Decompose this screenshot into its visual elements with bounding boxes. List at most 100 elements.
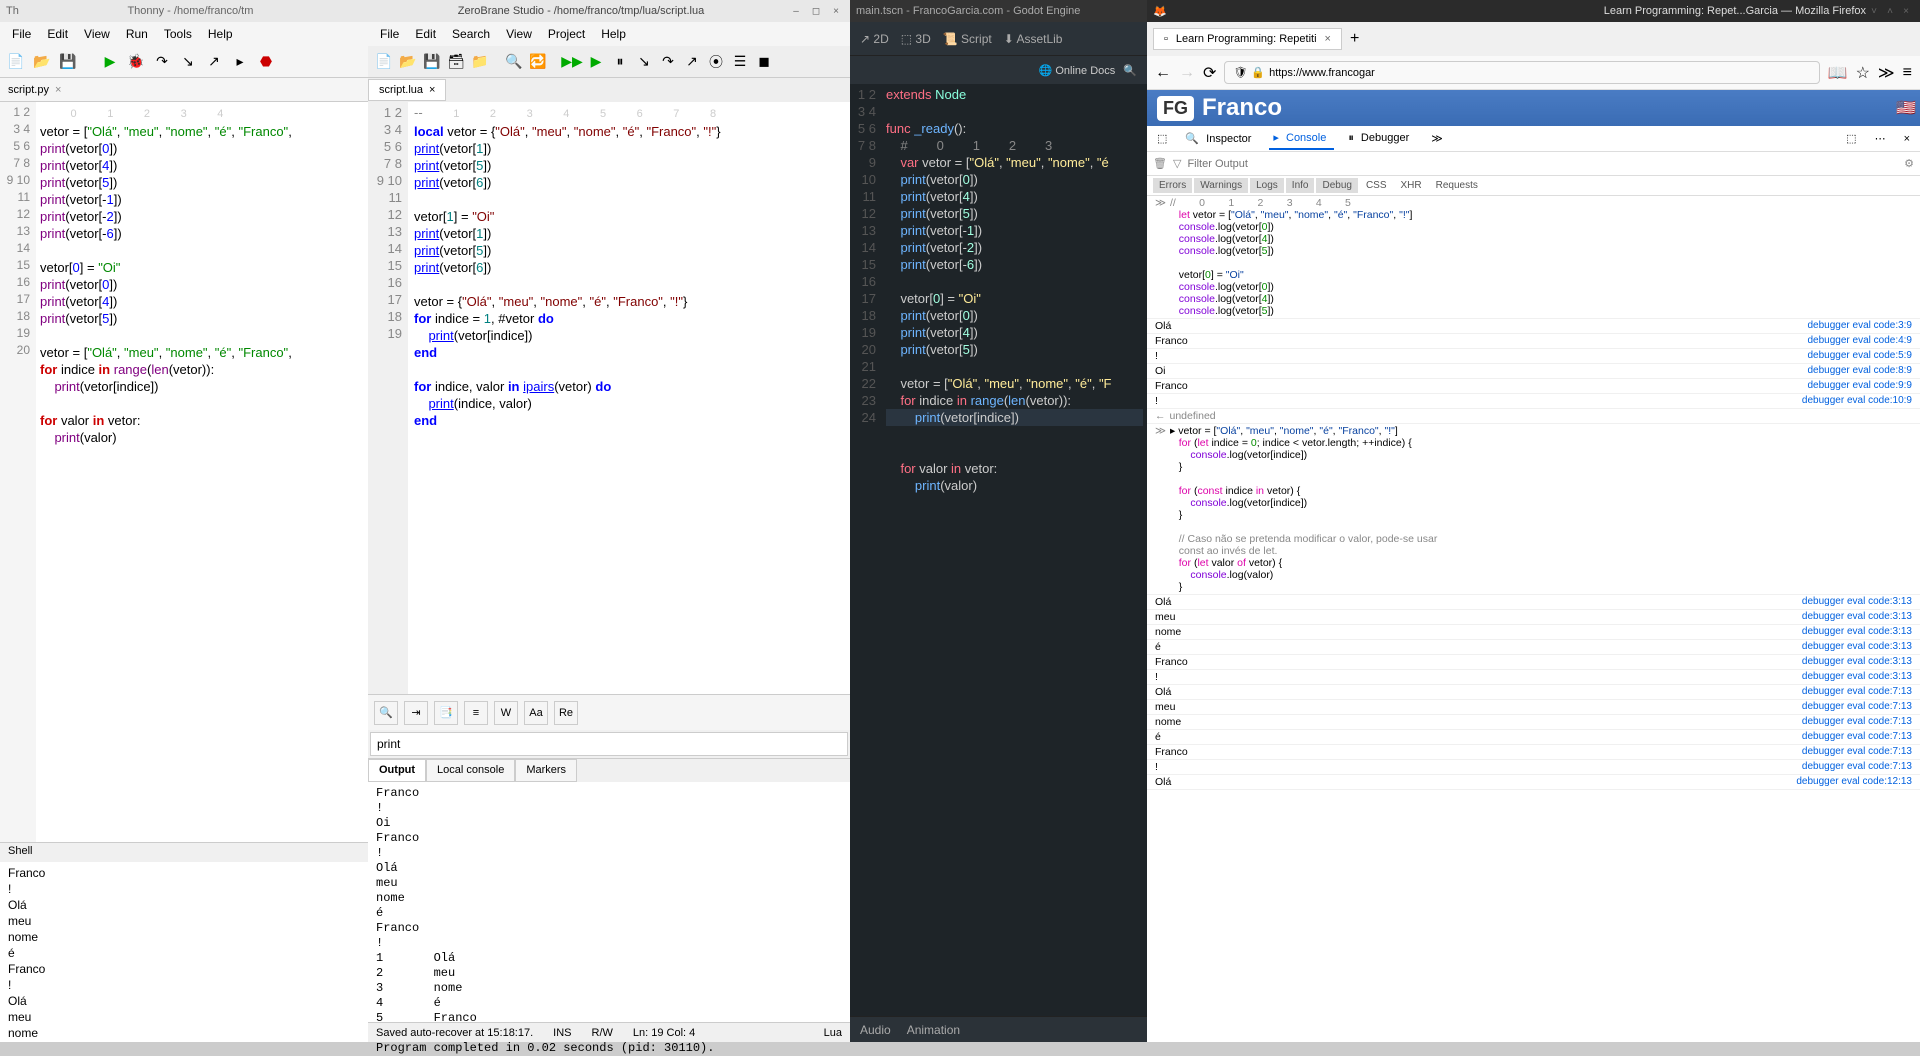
trash-icon[interactable]: 🗑 [1153, 157, 1167, 170]
zb-editor[interactable]: 1 2 3 4 5 6 7 8 9 10 11 12 13 14 15 16 1… [368, 102, 850, 694]
find-icon[interactable]: 🔍 [374, 701, 398, 725]
menu-view[interactable]: View [78, 25, 116, 43]
regex-button[interactable]: Re [554, 701, 578, 725]
menu-icon[interactable]: ≡ [1903, 64, 1912, 82]
minimize-icon[interactable]: ˅ [1866, 3, 1882, 19]
shell-output[interactable]: Franco ! Olá meu nome é Franco ! Olá meu… [0, 862, 368, 1042]
menu-project[interactable]: Project [542, 25, 591, 43]
menu-edit[interactable]: Edit [409, 25, 442, 43]
shell-tab[interactable]: Shell [0, 842, 368, 862]
step-over-icon[interactable]: ↷ [152, 52, 172, 72]
debugger-tab[interactable]: ⏸ Debugger [1344, 128, 1417, 149]
devtools-close-icon[interactable]: × [1900, 129, 1914, 149]
editor-tab[interactable]: script.lua × [368, 79, 446, 101]
output-tab[interactable]: Output [368, 759, 426, 782]
code-area[interactable]: extends Node func _ready(): # 0 1 2 3 va… [882, 84, 1147, 1016]
start-debug-icon[interactable]: ▶ [586, 52, 606, 72]
replace-icon[interactable]: 🔁 [528, 52, 548, 72]
maximize-icon[interactable]: ◻ [808, 3, 824, 19]
stack-icon[interactable]: ☰ [730, 52, 750, 72]
dock-icon[interactable]: ⬚ [1842, 128, 1860, 149]
break-icon[interactable]: ⏸ [610, 52, 630, 72]
filter-debug[interactable]: Debug [1316, 178, 1357, 193]
code-area[interactable]: -- 1 2 3 4 5 6 7 8 local vetor = {"Olá",… [408, 102, 850, 694]
filter-css[interactable]: CSS [1360, 178, 1393, 193]
3d-button[interactable]: ⬚ 3D [901, 32, 931, 46]
forward-icon[interactable]: → [1179, 64, 1195, 82]
more-tabs-icon[interactable]: ≫ [1427, 128, 1447, 149]
2d-button[interactable]: ↗ 2D [860, 32, 889, 46]
online-docs-button[interactable]: 🌐 Online Docs [1039, 64, 1116, 77]
address-bar[interactable]: 🛡 🔒 https://www.francogar [1224, 61, 1819, 84]
search-input[interactable] [370, 732, 848, 756]
menu-search[interactable]: Search [446, 25, 496, 43]
filter-xhr[interactable]: XHR [1395, 178, 1428, 193]
open-icon[interactable]: 📂 [398, 52, 418, 72]
output-panel[interactable]: Franco ! Oi Franco ! Olá meu nome é Fran… [368, 782, 850, 1022]
inspector-tab[interactable]: 🔍 Inspector [1181, 128, 1259, 149]
debug-icon[interactable]: 🐞 [126, 52, 146, 72]
bookmark-icon[interactable]: 📑 [434, 701, 458, 725]
run-icon[interactable]: ▶ [100, 52, 120, 72]
filter-input[interactable] [1187, 158, 1898, 170]
close-tab-icon[interactable]: × [1325, 33, 1331, 45]
inspect-icon[interactable]: ⬚ [1153, 128, 1171, 149]
resume-icon[interactable]: ▸ [230, 52, 250, 72]
menu-edit[interactable]: Edit [41, 25, 74, 43]
close-icon[interactable]: × [1898, 3, 1914, 19]
flag-icon[interactable]: 🇺🇸 [1896, 98, 1916, 118]
whole-word-button[interactable]: W [494, 701, 518, 725]
step-into-icon[interactable]: ↘ [634, 52, 654, 72]
menu-run[interactable]: Run [120, 25, 154, 43]
shield-icon[interactable]: 🛡 [1233, 66, 1247, 79]
settings-icon[interactable]: ⚙ [1904, 157, 1914, 170]
open-file-icon[interactable]: 📂 [32, 52, 52, 72]
menu-file[interactable]: File [374, 25, 405, 43]
thonny-editor[interactable]: 1 2 3 4 5 6 7 8 9 10 11 12 13 14 15 16 1… [0, 102, 368, 842]
new-icon[interactable]: 📄 [374, 52, 394, 72]
step-over-icon[interactable]: ↷ [658, 52, 678, 72]
console-tab[interactable]: ▸ Console [1269, 127, 1334, 150]
find-icon[interactable]: 🔍 [504, 52, 524, 72]
back-icon[interactable]: ← [1155, 64, 1171, 82]
new-file-icon[interactable]: 📄 [6, 52, 26, 72]
devtools-settings-icon[interactable]: ⋯ [1871, 128, 1890, 149]
close-icon[interactable]: × [828, 3, 844, 19]
filter-warnings[interactable]: Warnings [1194, 178, 1248, 193]
search-docs-icon[interactable]: 🔍 [1123, 64, 1137, 77]
new-tab-button[interactable]: + [1346, 26, 1363, 52]
markers-tab[interactable]: Markers [515, 759, 577, 782]
step-out-icon[interactable]: ↗ [204, 52, 224, 72]
filter-errors[interactable]: Errors [1153, 178, 1192, 193]
step-out-icon[interactable]: ↗ [682, 52, 702, 72]
menu-view[interactable]: View [500, 25, 538, 43]
assetlib-button[interactable]: ⬇ AssetLib [1004, 32, 1063, 46]
gd-editor[interactable]: 1 2 3 4 5 6 7 8 9 10 11 12 13 14 15 16 1… [850, 84, 1147, 1016]
minimize-icon[interactable]: ‒ [788, 3, 804, 19]
indent-icon[interactable]: ⇥ [404, 701, 428, 725]
close-tab-icon[interactable]: × [429, 84, 435, 96]
reader-icon[interactable]: 📖 [1828, 63, 1848, 83]
code-area[interactable]: 0 1 2 3 4 vetor = ["Olá", "meu", "nome",… [36, 102, 368, 842]
step-into-icon[interactable]: ↘ [178, 52, 198, 72]
reload-icon[interactable]: ⟳ [1203, 63, 1216, 83]
menu-help[interactable]: Help [595, 25, 632, 43]
filter-logs[interactable]: Logs [1250, 178, 1284, 193]
menu-file[interactable]: File [6, 25, 37, 43]
audio-tab[interactable]: Audio [860, 1023, 891, 1037]
console-output[interactable]: ≫ // 0 1 2 3 4 5 let vetor = ["Olá", "me… [1147, 196, 1920, 1042]
case-button[interactable]: Aa [524, 701, 548, 725]
save-icon[interactable]: 💾 [422, 52, 442, 72]
stop-icon[interactable]: ⬣ [256, 52, 276, 72]
animation-tab[interactable]: Animation [907, 1023, 960, 1037]
project-icon[interactable]: 📁 [470, 52, 490, 72]
script-button[interactable]: 📜 Script [943, 32, 992, 46]
save-file-icon[interactable]: 💾 [58, 52, 78, 72]
local-console-tab[interactable]: Local console [426, 759, 515, 782]
menu-tools[interactable]: Tools [158, 25, 198, 43]
close-tab-icon[interactable]: × [55, 84, 61, 96]
bookmark-icon[interactable]: ☆ [1856, 63, 1870, 83]
filter-info[interactable]: Info [1286, 178, 1315, 193]
toggle-bp-icon[interactable]: ⦿ [706, 52, 726, 72]
list-icon[interactable]: ≡ [464, 701, 488, 725]
